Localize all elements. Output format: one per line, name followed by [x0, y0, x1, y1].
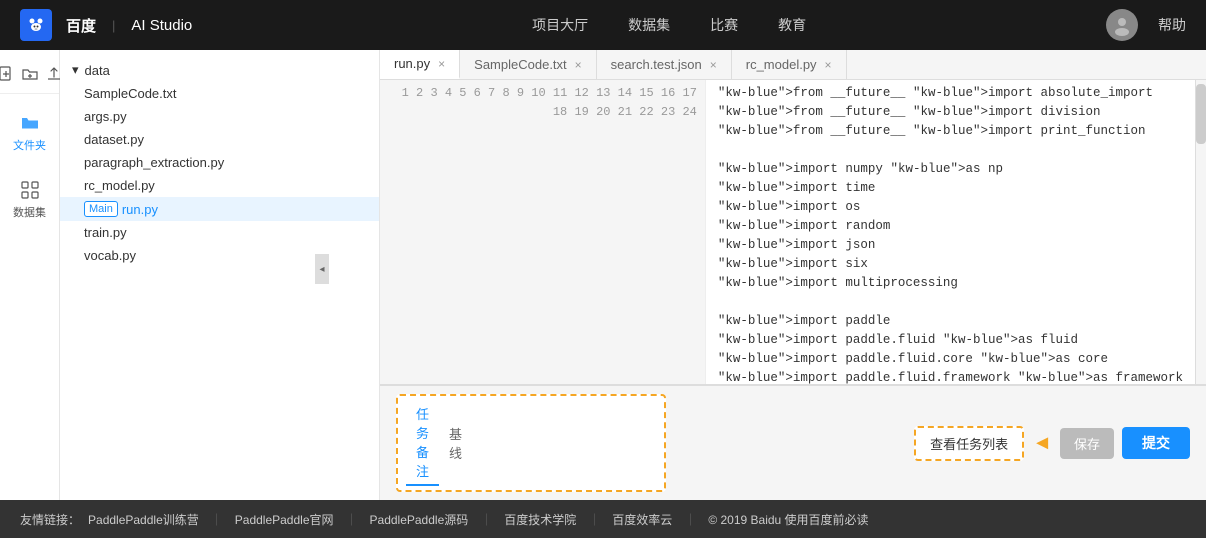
chevron-down-icon: ▾ — [72, 62, 79, 78]
tab-samplecode[interactable]: SampleCode.txt × — [460, 50, 597, 79]
file-runpy-name: run.py — [122, 202, 158, 217]
file-item-samplecode[interactable]: SampleCode.txt — [60, 82, 379, 105]
file-samplecode-name: SampleCode.txt — [84, 86, 177, 101]
action-buttons: 查看任务列表 ◄ 保存 提交 — [914, 426, 1190, 461]
file-panel: ▾ data SampleCode.txt args.py dataset.py… — [60, 50, 380, 500]
tab-samplecode-close[interactable]: × — [575, 58, 582, 72]
task-note-group: 任务备注 基线 — [396, 394, 666, 492]
tab-rcmodel-close[interactable]: × — [825, 58, 832, 72]
save-button[interactable]: 保存 — [1060, 428, 1114, 459]
logo[interactable]: 百度 | AI Studio — [20, 9, 192, 41]
tab-searchtest[interactable]: search.test.json × — [597, 50, 732, 79]
new-folder-icon[interactable] — [22, 66, 38, 87]
grid-icon — [19, 179, 41, 204]
nav-item-projects[interactable]: 项目大厅 — [532, 15, 588, 35]
tab-samplecode-label: SampleCode.txt — [474, 57, 567, 72]
submit-button[interactable]: 提交 — [1122, 427, 1190, 459]
scrollbar-track[interactable] — [1195, 80, 1206, 384]
sidebar: 文件夹 数据集 — [0, 50, 60, 500]
editor-tabs: run.py × SampleCode.txt × search.test.js… — [380, 50, 1206, 80]
new-file-icon[interactable] — [0, 66, 14, 87]
footer-link-academy[interactable]: 百度技术学院 — [504, 511, 576, 528]
footer-link-official[interactable]: PaddlePaddle官网 — [235, 511, 334, 528]
help-link[interactable]: 帮助 — [1158, 15, 1186, 35]
editor-area: run.py × SampleCode.txt × search.test.js… — [380, 50, 1206, 500]
main-layout: 文件夹 数据集 ▾ data SampleCode.txt — [0, 50, 1206, 500]
code-lines: "kw-blue">from __future__ "kw-blue">impo… — [706, 80, 1195, 384]
file-item-paragraph[interactable]: paragraph_extraction.py — [60, 151, 379, 174]
line-numbers: 1 2 3 4 5 6 7 8 9 10 11 12 13 14 15 16 1… — [380, 80, 706, 384]
file-item-train[interactable]: train.py — [60, 221, 379, 244]
footer: 友情链接： PaddlePaddle训练营 ｜ PaddlePaddle官网 ｜… — [0, 500, 1206, 538]
file-item-args[interactable]: args.py — [60, 105, 379, 128]
footer-link-source[interactable]: PaddlePaddle源码 — [370, 511, 469, 528]
footer-prefix: 友情链接： — [20, 511, 80, 528]
view-tasks-button[interactable]: 查看任务列表 — [914, 426, 1024, 461]
baseline-tab[interactable]: 基线 — [439, 420, 472, 466]
footer-sep-4: ｜ — [588, 511, 600, 528]
baidu-text: 百度 — [66, 15, 96, 36]
folder-data-label: data — [85, 63, 110, 78]
scrollbar-thumb[interactable] — [1196, 84, 1206, 144]
panel-collapse-arrow[interactable]: ◂ — [315, 254, 329, 284]
tab-searchtest-close[interactable]: × — [710, 58, 717, 72]
nav-item-datasets[interactable]: 数据集 — [628, 15, 670, 35]
footer-copyright: © 2019 Baidu 使用百度前必读 — [708, 511, 868, 528]
file-vocab-name: vocab.py — [84, 248, 136, 263]
logo-divider: | — [112, 18, 115, 33]
footer-link-training[interactable]: PaddlePaddle训练营 — [88, 511, 199, 528]
tab-rcmodel-label: rc_model.py — [746, 57, 817, 72]
file-dataset-name: dataset.py — [84, 132, 144, 147]
folder-icon — [19, 112, 41, 137]
footer-sep-1: ｜ — [211, 511, 223, 528]
nav-right: 帮助 — [1106, 9, 1186, 41]
tab-runpy-close[interactable]: × — [438, 57, 445, 71]
task-note-tab[interactable]: 任务备注 — [406, 400, 439, 486]
sidebar-section-files[interactable]: 文件夹 — [13, 104, 46, 161]
file-rcmodel-name: rc_model.py — [84, 178, 155, 193]
task-note-input[interactable] — [472, 432, 656, 455]
file-item-dataset[interactable]: dataset.py — [60, 128, 379, 151]
code-area: 1 2 3 4 5 6 7 8 9 10 11 12 13 14 15 16 1… — [380, 80, 1206, 384]
main-badge: Main — [84, 201, 118, 217]
logo-bear-icon — [20, 9, 52, 41]
footer-sep-2: ｜ — [346, 511, 358, 528]
avatar[interactable] — [1106, 9, 1138, 41]
tab-rcmodel[interactable]: rc_model.py × — [732, 50, 847, 79]
sidebar-files-label: 文件夹 — [13, 137, 46, 153]
topnav: 百度 | AI Studio 项目大厅 数据集 比赛 教育 帮助 — [0, 0, 1206, 50]
nav-item-competition[interactable]: 比赛 — [710, 15, 738, 35]
file-tree: ▾ data SampleCode.txt args.py dataset.py… — [60, 50, 379, 500]
sidebar-toolbar — [0, 60, 59, 94]
file-paragraph-name: paragraph_extraction.py — [84, 155, 224, 170]
arrow-icon: ◄ — [1032, 432, 1052, 455]
nav-item-education[interactable]: 教育 — [778, 15, 806, 35]
nav-menu: 项目大厅 数据集 比赛 教育 — [232, 15, 1106, 35]
file-item-rcmodel[interactable]: rc_model.py — [60, 174, 379, 197]
editor-content[interactable]: 1 2 3 4 5 6 7 8 9 10 11 12 13 14 15 16 1… — [380, 80, 1206, 384]
studio-text: AI Studio — [131, 17, 192, 34]
tab-runpy-label: run.py — [394, 56, 430, 71]
file-item-runpy[interactable]: Main run.py — [60, 197, 379, 221]
folder-data[interactable]: ▾ data — [60, 58, 379, 82]
sidebar-section-datasets[interactable]: 数据集 — [13, 171, 46, 228]
file-args-name: args.py — [84, 109, 127, 124]
footer-sep-5: ｜ — [684, 511, 696, 528]
tab-runpy[interactable]: run.py × — [380, 50, 460, 79]
file-item-vocab[interactable]: vocab.py — [60, 244, 379, 267]
footer-sep-3: ｜ — [480, 511, 492, 528]
tab-searchtest-label: search.test.json — [611, 57, 702, 72]
bottom-toolbar: 任务备注 基线 查看任务列表 ◄ 保存 提交 — [380, 384, 1206, 500]
file-train-name: train.py — [84, 225, 127, 240]
sidebar-datasets-label: 数据集 — [13, 204, 46, 220]
footer-link-cloud[interactable]: 百度效率云 — [612, 511, 672, 528]
